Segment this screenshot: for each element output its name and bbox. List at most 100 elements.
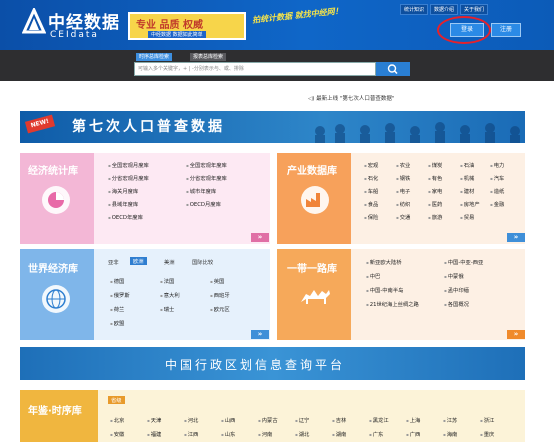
belt-item[interactable]: 新亚欧大陆桥 [366, 258, 402, 266]
econ-item[interactable]: 全国宏观月度库 [108, 161, 149, 169]
industry-item[interactable]: 交通 [396, 213, 411, 221]
province-item[interactable]: 天津 [147, 416, 162, 424]
register-button[interactable]: 注册 [491, 23, 521, 37]
province-item[interactable]: 江苏 [443, 416, 458, 424]
belt-item[interactable]: 孟中印缅 [444, 286, 469, 294]
world-more-button[interactable]: » [251, 330, 269, 339]
industry-item[interactable]: 农业 [396, 161, 411, 169]
econ-item[interactable]: 全国宏观年度库 [186, 161, 227, 169]
province-item[interactable]: 福建 [147, 430, 162, 438]
belt-item[interactable]: 中蒙俄 [444, 272, 464, 280]
province-item[interactable]: 内蒙古 [258, 416, 278, 424]
province-item[interactable]: 海南 [443, 430, 458, 438]
link-data-intro[interactable]: 数据介绍 [430, 4, 459, 15]
province-item[interactable]: 上海 [406, 416, 421, 424]
world-item[interactable]: 德国 [110, 277, 125, 285]
industry-item[interactable]: 宏观 [364, 161, 379, 169]
belt-more-button[interactable]: » [507, 330, 525, 339]
province-item[interactable]: 广东 [369, 430, 384, 438]
industry-item[interactable]: 石油 [460, 161, 475, 169]
world-item[interactable]: 瑞士 [160, 305, 175, 313]
link-stat-knowledge[interactable]: 统计知识 [400, 4, 429, 15]
province-item[interactable]: 北京 [110, 416, 125, 424]
industry-item[interactable]: 汽车 [490, 174, 505, 182]
belt-item[interactable]: 中国-中亚-西亚 [444, 258, 484, 266]
pie-chart-icon [42, 186, 70, 214]
industry-item[interactable]: 石化 [364, 174, 379, 182]
econ-item[interactable]: 海关月度库 [108, 187, 139, 195]
tab-series-search[interactable]: 时序总库检索 [136, 53, 173, 61]
world-item[interactable]: 英国 [210, 277, 225, 285]
econ-item[interactable]: 分省宏观年度库 [186, 174, 227, 182]
tab-asia-africa[interactable]: 亚非 [108, 258, 119, 266]
industry-item[interactable]: 车船 [364, 187, 379, 195]
industry-item[interactable]: 电力 [490, 161, 505, 169]
province-item[interactable]: 山西 [221, 416, 236, 424]
industry-item[interactable]: 煤炭 [428, 161, 443, 169]
belt-item[interactable]: 中巴 [366, 272, 381, 280]
world-item[interactable]: 欧盟 [110, 319, 125, 327]
province-item[interactable]: 河南 [258, 430, 273, 438]
province-item[interactable]: 重庆 [480, 430, 495, 438]
industry-item[interactable]: 造纸 [490, 187, 505, 195]
econ-item[interactable]: 县域年度库 [108, 200, 139, 208]
census-title: 第七次人口普查数据 [72, 119, 225, 135]
industry-item[interactable]: 保险 [364, 213, 379, 221]
industry-item[interactable]: 贸易 [460, 213, 475, 221]
industry-item[interactable]: 食品 [364, 200, 379, 208]
econ-item[interactable]: OECD月度库 [186, 200, 221, 208]
belt-item[interactable]: 21世纪海上丝绸之路 [366, 300, 419, 308]
econ-more-button[interactable]: » [251, 233, 269, 242]
industry-item[interactable]: 钢铁 [396, 174, 411, 182]
industry-item[interactable]: 电子 [396, 187, 411, 195]
industry-item[interactable]: 旅游 [428, 213, 443, 221]
province-item[interactable]: 浙江 [480, 416, 495, 424]
world-item[interactable]: 法国 [160, 277, 175, 285]
tab-europe[interactable]: 欧洲 [130, 257, 147, 265]
search-input[interactable]: 可输入多个关键字，+ | -分别表示与、或、排除 [134, 62, 376, 76]
world-item[interactable]: 欧元区 [210, 305, 230, 313]
econ-title[interactable]: 经济统计库 [28, 162, 78, 177]
econ-item[interactable]: OECD年度库 [108, 213, 143, 221]
tab-provincial[interactable]: 省级 [108, 396, 125, 404]
industry-item[interactable]: 医药 [428, 200, 443, 208]
province-item[interactable]: 湖北 [295, 430, 310, 438]
news-ticker[interactable]: ◁) 最新上线 "第七次人口普查数据" [308, 94, 394, 102]
world-item[interactable]: 意大利 [160, 291, 180, 299]
belt-title[interactable]: 一带一路库 [287, 260, 337, 275]
province-item[interactable]: 黑龙江 [369, 416, 389, 424]
econ-item[interactable]: 分省宏观月度库 [108, 174, 149, 182]
almanac-title[interactable]: 年鉴·时序库 [28, 402, 82, 417]
industry-item[interactable]: 有色 [428, 174, 443, 182]
world-title[interactable]: 世界经济库 [28, 260, 78, 275]
province-item[interactable]: 广西 [406, 430, 421, 438]
tab-report-search[interactable]: 报表总库检索 [190, 53, 227, 61]
industry-item[interactable]: 金融 [490, 200, 505, 208]
factory-icon [301, 186, 329, 214]
industry-item[interactable]: 机械 [460, 174, 475, 182]
industry-item[interactable]: 建材 [460, 187, 475, 195]
world-item[interactable]: 俄罗斯 [110, 291, 130, 299]
belt-item[interactable]: 各国概况 [444, 300, 469, 308]
world-item[interactable]: 荷兰 [110, 305, 125, 313]
province-item[interactable]: 山东 [221, 430, 236, 438]
province-item[interactable]: 辽宁 [295, 416, 310, 424]
banner-slogan: 专业 品质 权威 [136, 20, 203, 31]
industry-more-button[interactable]: » [507, 233, 525, 242]
industry-item[interactable]: 房地产 [460, 200, 480, 208]
belt-item[interactable]: 中国-中南半岛 [366, 286, 404, 294]
industry-item[interactable]: 纺织 [396, 200, 411, 208]
search-button[interactable] [376, 62, 410, 76]
econ-item[interactable]: 城市年度库 [186, 187, 217, 195]
province-item[interactable]: 吉林 [332, 416, 347, 424]
province-item[interactable]: 湖南 [332, 430, 347, 438]
industry-item[interactable]: 家电 [428, 187, 443, 195]
province-item[interactable]: 江西 [184, 430, 199, 438]
link-about-us[interactable]: 关于我们 [460, 4, 489, 15]
province-item[interactable]: 安徽 [110, 430, 125, 438]
industry-title[interactable]: 产业数据库 [287, 162, 337, 177]
tab-international[interactable]: 国际比较 [192, 258, 213, 266]
province-item[interactable]: 河北 [184, 416, 199, 424]
world-item[interactable]: 西班牙 [210, 291, 230, 299]
tab-americas[interactable]: 美洲 [164, 258, 175, 266]
